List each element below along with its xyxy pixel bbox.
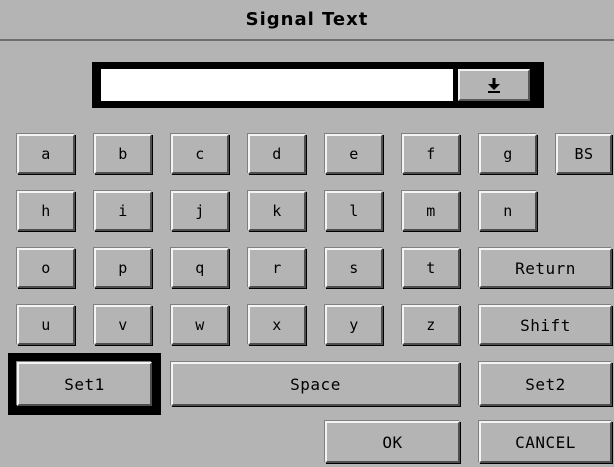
key-p[interactable]: p: [94, 248, 152, 288]
down-arrow-icon: [488, 78, 500, 93]
key-x[interactable]: x: [248, 305, 306, 345]
key-h[interactable]: h: [17, 191, 75, 231]
backspace-key[interactable]: BS: [556, 134, 612, 174]
key-q[interactable]: q: [171, 248, 229, 288]
key-c[interactable]: c: [171, 134, 229, 174]
key-n[interactable]: n: [479, 191, 537, 231]
key-l[interactable]: l: [325, 191, 383, 231]
key-a[interactable]: a: [17, 134, 75, 174]
cancel-button[interactable]: CANCEL: [479, 421, 612, 463]
key-d[interactable]: d: [248, 134, 306, 174]
key-k[interactable]: k: [248, 191, 306, 231]
key-v[interactable]: v: [94, 305, 152, 345]
key-j[interactable]: j: [171, 191, 229, 231]
window-title-text: Signal Text: [245, 9, 369, 30]
ok-button[interactable]: OK: [325, 421, 460, 463]
window-title: Signal Text: [0, 0, 614, 41]
set2-key[interactable]: Set2: [479, 362, 612, 406]
key-o[interactable]: o: [17, 248, 75, 288]
set1-key[interactable]: Set1: [17, 362, 152, 406]
shift-key[interactable]: Shift: [479, 305, 612, 345]
key-e[interactable]: e: [325, 134, 383, 174]
key-w[interactable]: w: [171, 305, 229, 345]
key-b[interactable]: b: [94, 134, 152, 174]
key-u[interactable]: u: [17, 305, 75, 345]
key-y[interactable]: y: [325, 305, 383, 345]
key-t[interactable]: t: [402, 248, 460, 288]
space-key[interactable]: Space: [171, 362, 460, 406]
key-s[interactable]: s: [325, 248, 383, 288]
signal-text-input[interactable]: [101, 69, 453, 101]
key-g[interactable]: g: [479, 134, 537, 174]
key-r[interactable]: r: [248, 248, 306, 288]
text-entry-frame: [92, 62, 544, 108]
key-i[interactable]: i: [94, 191, 152, 231]
key-f[interactable]: f: [402, 134, 460, 174]
history-dropdown-button[interactable]: [458, 69, 530, 101]
key-z[interactable]: z: [402, 305, 460, 345]
key-m[interactable]: m: [402, 191, 460, 231]
return-key[interactable]: Return: [479, 248, 612, 288]
